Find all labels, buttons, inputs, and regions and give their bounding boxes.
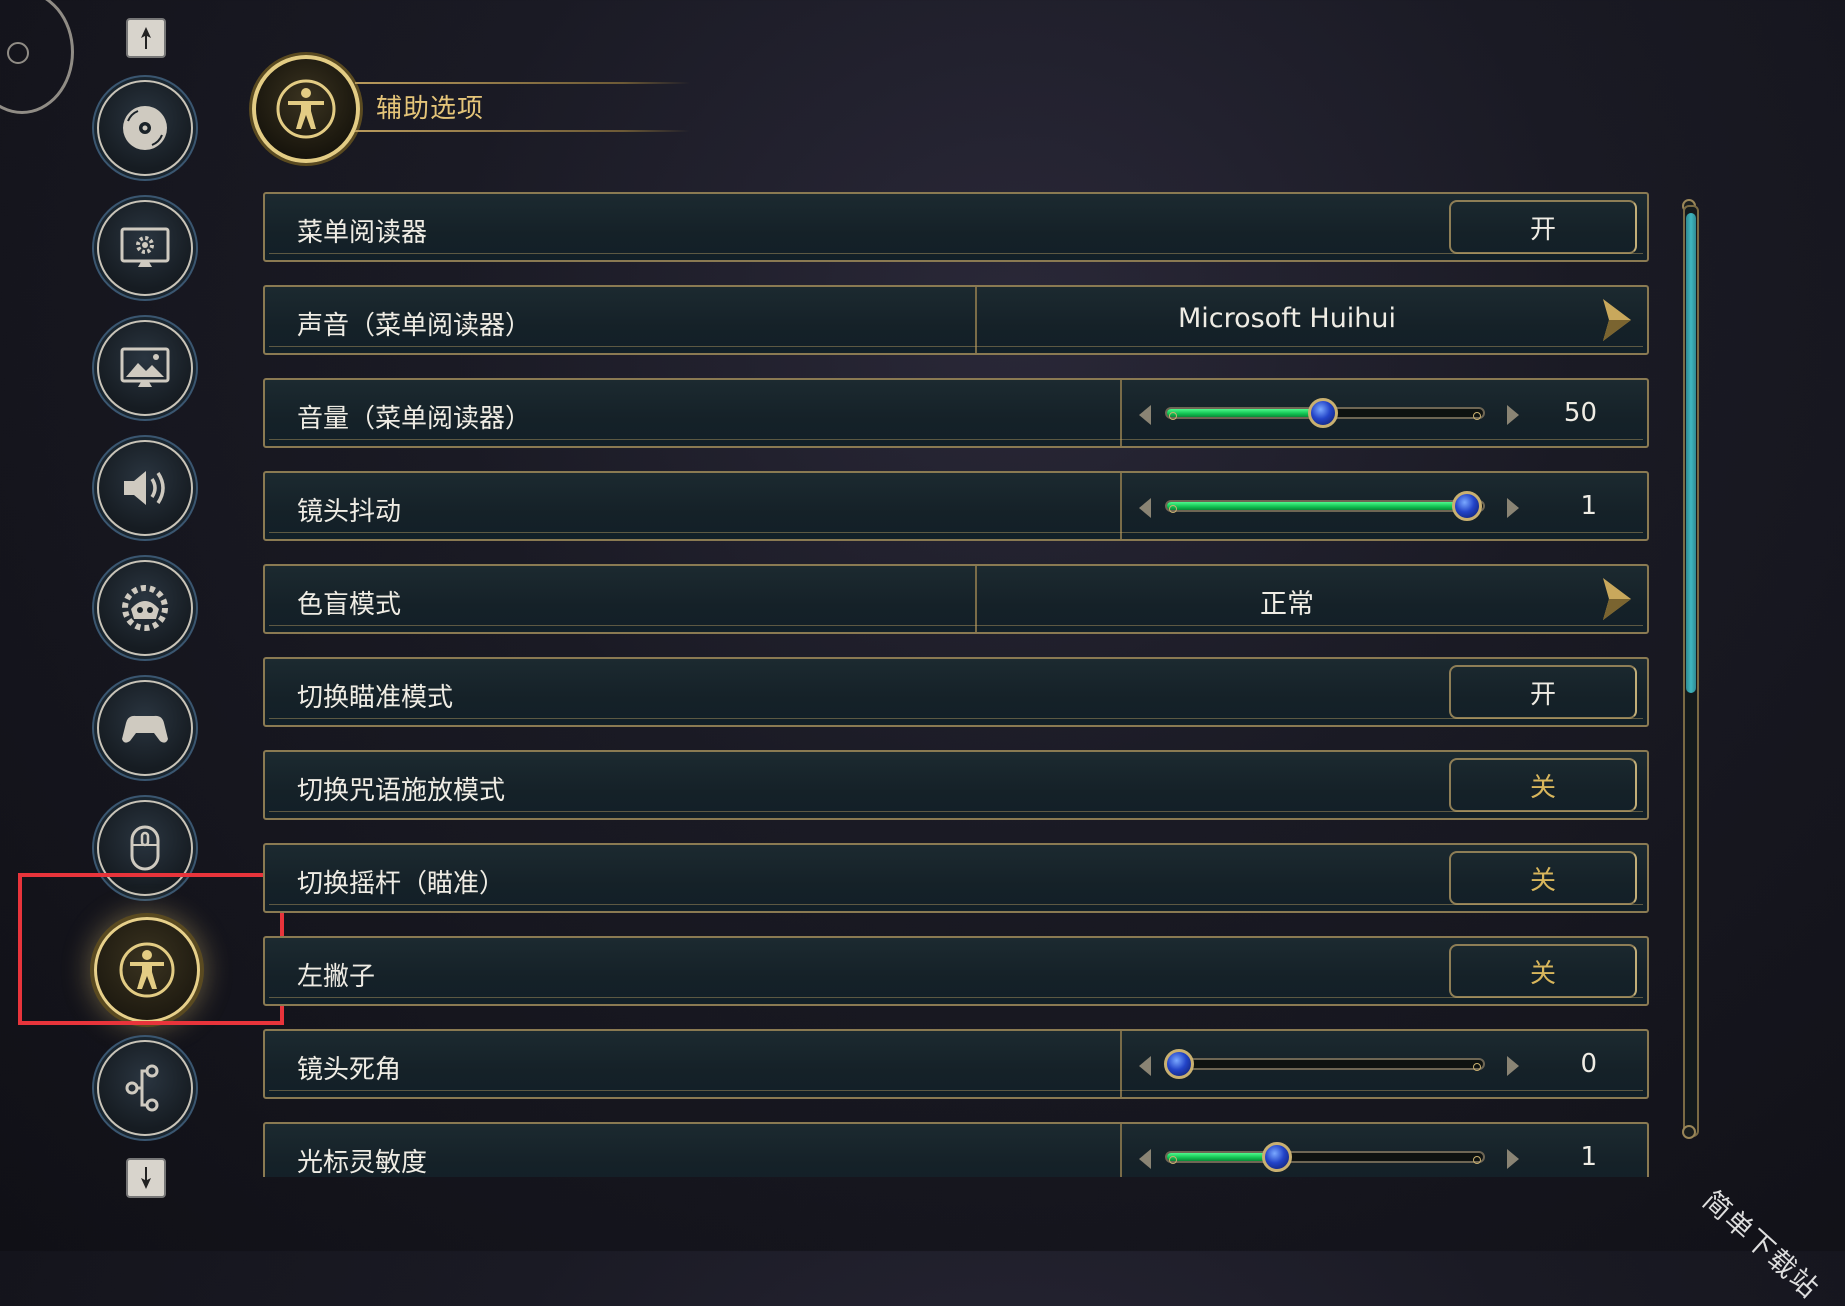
setting-label: 光标灵敏度 (297, 1148, 428, 1177)
slider-decrease-icon[interactable] (1137, 1148, 1153, 1170)
slider-end-dot (1169, 505, 1177, 513)
slider-increase-icon[interactable] (1505, 1055, 1521, 1077)
selection-highlight-box (18, 873, 284, 1025)
sidebar-item-network[interactable] (97, 1040, 193, 1136)
sidebar-scroll-down-button[interactable] (126, 1158, 166, 1198)
slider-track[interactable] (1165, 398, 1485, 428)
sidebar-scroll-up-button[interactable] (126, 18, 166, 58)
setting-row[interactable]: 音量（菜单阅读器） 50 (263, 378, 1649, 448)
chevron-right-icon[interactable] (1599, 576, 1633, 622)
monitor-gear-icon (120, 227, 170, 267)
slider-increase-icon[interactable] (1505, 1148, 1521, 1170)
setting-row[interactable]: 光标灵敏度 1 (263, 1122, 1649, 1177)
page-title: 辅助选项 (376, 94, 485, 124)
toggle-button[interactable]: 关 (1449, 944, 1637, 998)
sidebar-item-disc[interactable] (97, 80, 193, 176)
sidebar-item-gamepad[interactable] (97, 680, 193, 776)
setting-label: 音量（菜单阅读器） (297, 404, 532, 434)
slider-value: 1 (1580, 491, 1597, 521)
slider-end-dot (1169, 412, 1177, 420)
setting-label: 切换摇杆（瞄准） (297, 869, 506, 899)
setting-row[interactable]: 镜头抖动 1 (263, 471, 1649, 541)
scrollbar-bottom-cap (1682, 1125, 1696, 1139)
setting-row[interactable]: 菜单阅读器 开 (263, 192, 1649, 262)
setting-row[interactable]: 左撇子 关 (263, 936, 1649, 1006)
mouse-icon (130, 825, 160, 871)
compass-dot-decoration (7, 42, 29, 64)
sidebar-item-speaker[interactable] (97, 440, 193, 536)
row-divider (1120, 1031, 1122, 1097)
slider-increase-icon[interactable] (1505, 497, 1521, 519)
settings-scrollbar[interactable] (1683, 205, 1699, 1137)
slider-increase-icon[interactable] (1505, 404, 1521, 426)
slider-track[interactable] (1165, 491, 1485, 521)
sidebar-item-gear-helmet[interactable] (97, 560, 193, 656)
select-value[interactable]: Microsoft Huihui (977, 303, 1597, 334)
slider-decrease-icon[interactable] (1137, 1055, 1153, 1077)
toggle-button[interactable]: 开 (1449, 665, 1637, 719)
slider-knob[interactable] (1261, 1142, 1292, 1172)
slider-decrease-icon[interactable] (1137, 497, 1153, 519)
speaker-icon (124, 471, 165, 505)
title-ornament-top (355, 82, 690, 84)
sidebar-item-monitor-image[interactable] (97, 320, 193, 416)
network-icon (125, 1064, 159, 1112)
setting-label: 色盲模式 (297, 590, 402, 620)
setting-label: 左撇子 (297, 962, 376, 992)
slider-decrease-icon[interactable] (1137, 404, 1153, 426)
setting-label: 切换咒语施放模式 (297, 776, 506, 806)
slider-fill (1167, 409, 1323, 417)
slider-end-dot (1473, 1156, 1481, 1164)
gear-helmet-icon (122, 585, 168, 631)
scrollbar-thumb[interactable] (1686, 213, 1696, 693)
slider-fill (1167, 502, 1467, 510)
slider-end-dot (1169, 1156, 1177, 1164)
slider-knob[interactable] (1308, 398, 1338, 428)
setting-label: 镜头死角 (297, 1055, 402, 1085)
slider-knob[interactable] (1452, 491, 1482, 521)
setting-row[interactable]: 声音（菜单阅读器） Microsoft Huihui (263, 285, 1649, 355)
accessibility-icon (276, 79, 336, 139)
slider-track[interactable] (1164, 1049, 1485, 1079)
slider-end-dot (1473, 1063, 1481, 1071)
watermark-text: 简单下载站 (1696, 1185, 1826, 1306)
setting-row[interactable]: 镜头死角 0 (263, 1029, 1649, 1099)
slider-track[interactable] (1165, 1142, 1485, 1172)
setting-row[interactable]: 切换瞄准模式 开 (263, 657, 1649, 727)
row-divider (1120, 380, 1122, 446)
toggle-button[interactable]: 关 (1449, 758, 1637, 812)
toggle-button[interactable]: 关 (1449, 851, 1637, 905)
slider-value: 50 (1563, 398, 1597, 428)
toggle-button[interactable]: 开 (1449, 200, 1637, 254)
gamepad-icon (122, 715, 168, 743)
slider-value: 1 (1580, 1142, 1597, 1172)
title-ornament-bottom (355, 130, 690, 132)
setting-label: 声音（菜单阅读器） (297, 311, 532, 341)
setting-label: 菜单阅读器 (297, 218, 428, 248)
setting-row[interactable]: 切换摇杆（瞄准） 关 (263, 843, 1649, 913)
sidebar-item-monitor-gear[interactable] (97, 200, 193, 296)
setting-label: 切换瞄准模式 (297, 683, 454, 713)
disc-icon (123, 106, 167, 150)
row-divider (1120, 1124, 1122, 1177)
setting-label: 镜头抖动 (297, 497, 402, 527)
slider-end-dot (1473, 412, 1481, 420)
arrow-down-icon (141, 1167, 151, 1189)
select-value[interactable]: 正常 (977, 582, 1597, 621)
monitor-image-icon (120, 347, 170, 387)
chevron-right-icon[interactable] (1599, 297, 1633, 343)
settings-list: 菜单阅读器开声音（菜单阅读器） Microsoft Huihui 音量（菜单阅读器）… (263, 192, 1650, 1177)
header-accessibility-emblem (252, 55, 360, 163)
arrow-up-icon (141, 27, 151, 49)
row-divider (1120, 473, 1122, 539)
slider-knob[interactable] (1164, 1049, 1194, 1079)
slider-fill (1167, 1153, 1277, 1161)
setting-row[interactable]: 色盲模式 正常 (263, 564, 1649, 634)
slider-value: 0 (1580, 1049, 1597, 1079)
setting-row[interactable]: 切换咒语施放模式 关 (263, 750, 1649, 820)
